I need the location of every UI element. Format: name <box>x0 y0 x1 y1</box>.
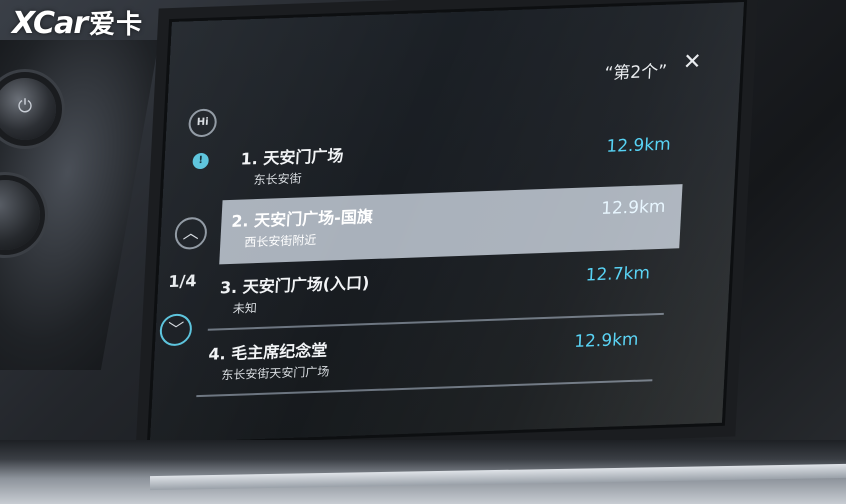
result-address: 未知 <box>232 301 258 316</box>
photo-stage: ⏻ XCar爱卡 “第2个” ✕ Hi ! ︿ 1/4 ﹀ 1. 天安门广场 东… <box>0 0 846 504</box>
result-distance: 12.9km <box>605 134 672 157</box>
close-icon[interactable]: ✕ <box>682 49 702 75</box>
chevron-up-icon[interactable]: ︿ <box>174 216 208 250</box>
result-address: 东长安街天安门广场 <box>221 364 330 383</box>
result-name: 2. 天安门广场-国旗 <box>230 206 374 231</box>
xcar-logo: XCar爱卡 <box>12 6 144 41</box>
result-address: 东长安街 <box>253 171 302 188</box>
power-icon: ⏻ <box>17 96 33 117</box>
result-name: 4. 毛主席纪念堂 <box>208 340 328 364</box>
voice-query-text: “第2个” <box>603 61 668 84</box>
row-divider <box>196 379 653 398</box>
result-name: 3. 天安门广场(入口) <box>219 273 370 298</box>
result-address: 西长安街附近 <box>243 232 317 250</box>
result-name: 1. 天安门广场 <box>240 145 344 169</box>
hi-voice-icon[interactable]: Hi <box>187 108 218 138</box>
infotainment-screen: “第2个” ✕ Hi ! ︿ 1/4 ﹀ 1. 天安门广场 东长安街 12.9k… <box>149 2 744 443</box>
chevron-down-icon[interactable]: ﹀ <box>159 313 193 347</box>
result-item-4[interactable]: 4. 毛主席纪念堂 东长安街天安门广场 12.9km <box>196 317 655 398</box>
result-distance: 12.7km <box>585 263 651 286</box>
page-indicator: 1/4 <box>167 271 198 292</box>
result-distance: 12.9km <box>573 329 640 352</box>
result-distance: 12.9km <box>600 196 666 220</box>
mic-icon: ! <box>192 152 210 170</box>
